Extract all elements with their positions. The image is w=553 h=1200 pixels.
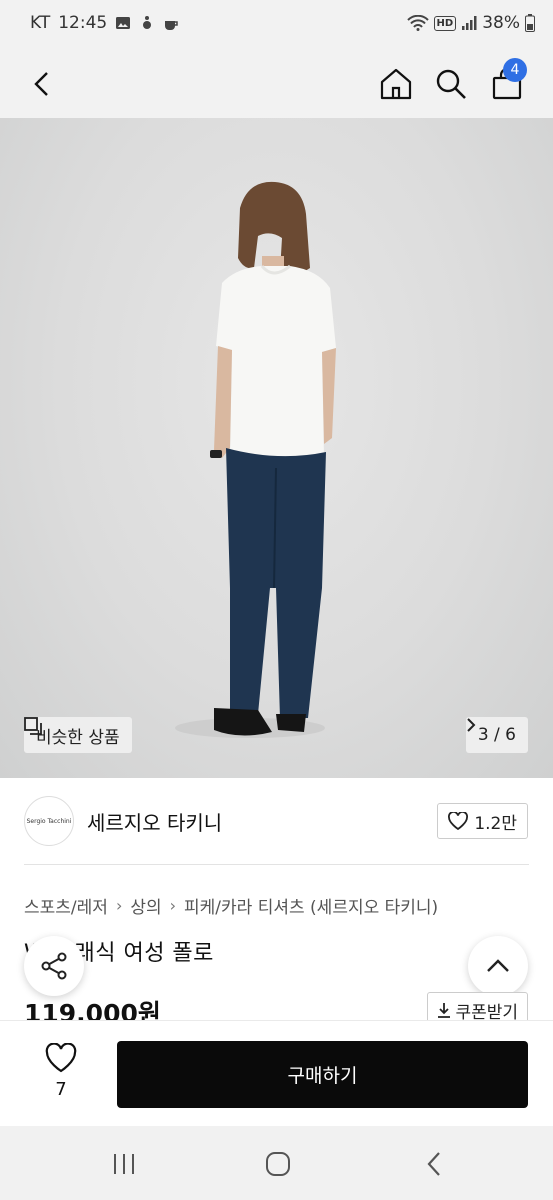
brand-like-count: 1.2만 — [474, 813, 517, 834]
brand-like-button[interactable]: 1.2만 — [437, 803, 528, 839]
image-page-indicator: 3 / 6 — [477, 725, 516, 745]
breadcrumb-item[interactable]: 스포츠/레저 — [24, 893, 108, 918]
purchase-bar: 7 구매하기 — [0, 1020, 553, 1126]
buy-button[interactable]: 구매하기 — [117, 1041, 528, 1108]
signal-icon — [462, 16, 477, 30]
cart-count-badge: 4 — [503, 58, 527, 82]
home-button[interactable] — [374, 62, 418, 106]
scroll-top-button[interactable] — [468, 936, 528, 996]
brand-logo-text: Sergio Tacchini — [26, 817, 72, 825]
brand-row[interactable]: Sergio Tacchini 세르지오 타키니 1.2만 — [0, 778, 553, 864]
notification-icon — [143, 16, 152, 29]
product-image[interactable]: 비슷한 상품 3 / 6 — [0, 118, 553, 778]
search-button[interactable] — [429, 62, 473, 106]
recent-apps-icon — [114, 1154, 134, 1174]
wifi-icon — [406, 15, 429, 31]
cart-button[interactable]: 4 — [485, 58, 529, 106]
similar-products-label: 비슷한 상품 — [36, 727, 120, 748]
status-bar: KT 12:45 HD 38% — [0, 0, 553, 50]
system-back-button[interactable] — [414, 1146, 454, 1182]
breadcrumb-item[interactable]: 상의 — [130, 893, 161, 918]
top-navigation: 4 — [0, 50, 553, 118]
share-icon — [41, 952, 67, 980]
clock: 12:45 — [58, 13, 108, 33]
gallery-icon — [116, 17, 131, 29]
wishlist-button[interactable]: 7 — [36, 1042, 86, 1100]
share-button[interactable] — [24, 936, 84, 996]
system-navigation — [0, 1126, 553, 1200]
brand-name[interactable]: 세르지오 타키니 — [87, 807, 222, 836]
brand-logo[interactable]: Sergio Tacchini — [24, 796, 74, 846]
heart-icon — [448, 812, 469, 830]
heart-icon — [45, 1042, 77, 1073]
back-button[interactable] — [20, 62, 64, 106]
battery-icon — [525, 14, 535, 32]
coffee-icon — [165, 21, 178, 30]
model-illustration — [175, 181, 336, 738]
recent-apps-button[interactable] — [104, 1146, 144, 1182]
home-icon — [380, 68, 412, 100]
similar-products-button[interactable]: 비슷한 상품 — [24, 717, 132, 753]
wishlist-count: 7 — [55, 1079, 67, 1100]
chevron-left-icon — [34, 72, 48, 96]
battery-percent: 38% — [482, 13, 520, 33]
home-circle-icon — [266, 1152, 290, 1176]
hd-indicator: HD — [433, 15, 457, 31]
breadcrumb: 스포츠/레저 › 상의 › 피케/카라 티셔츠 (세르지오 타키니) — [24, 893, 438, 918]
chevron-up-icon — [487, 959, 509, 972]
image-pager[interactable]: 3 / 6 — [465, 717, 528, 753]
back-icon — [427, 1152, 440, 1176]
home-system-button[interactable] — [258, 1146, 298, 1182]
chevron-right-icon: › — [169, 896, 177, 915]
carrier-label: KT — [30, 13, 51, 33]
copy-icon — [24, 717, 42, 735]
download-icon — [438, 1003, 451, 1018]
search-icon — [436, 69, 466, 99]
chevron-right-icon: › — [115, 896, 123, 915]
breadcrumb-item[interactable]: 피케/카라 티셔츠 (세르지오 타키니) — [184, 893, 438, 918]
coupon-label: 쿠폰받기 — [455, 1002, 518, 1023]
divider — [24, 864, 529, 865]
chevron-right-icon — [467, 718, 476, 732]
